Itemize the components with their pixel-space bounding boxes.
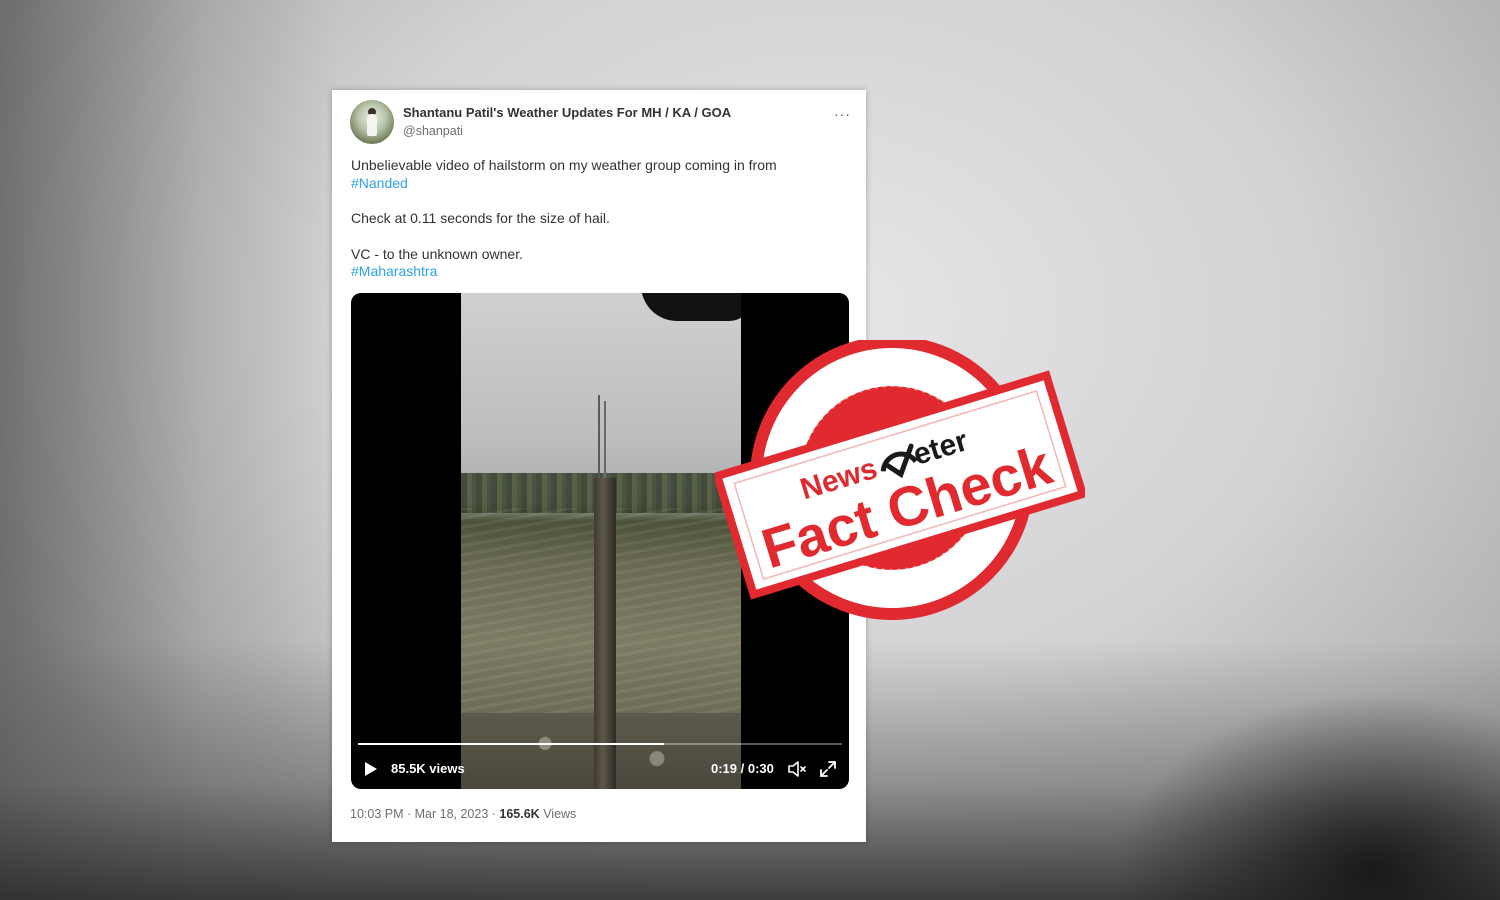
mute-icon[interactable] <box>787 760 807 778</box>
video-time: 0:19 / 0:30 <box>711 761 774 776</box>
fullscreen-icon[interactable] <box>819 760 837 778</box>
hashtag-link[interactable]: #Maharashtra <box>351 263 437 279</box>
background-shade-right <box>1080 600 1500 900</box>
display-name[interactable]: Shantanu Patil's Weather Updates For MH … <box>403 105 731 120</box>
tweet-text: Unbelievable video of hailstorm on my we… <box>351 157 851 281</box>
tweet-text-line: Unbelievable video of hailstorm on my we… <box>351 157 777 173</box>
play-icon[interactable] <box>365 762 377 776</box>
tweet-timestamp[interactable]: 10:03 PM · Mar 18, 2023 · <box>350 807 496 821</box>
fact-check-stamp: News eter Fact Check <box>715 340 1085 620</box>
tweet-text-line: VC - to the unknown owner. <box>351 245 523 262</box>
tweet-footer: 10:03 PM · Mar 18, 2023 · 165.6K Views <box>350 807 576 821</box>
user-handle[interactable]: @shanpati <box>403 124 463 138</box>
tweet-text-line: Check at 0.11 seconds for the size of ha… <box>351 210 610 226</box>
tweet-view-count: 165.6K <box>499 807 540 821</box>
video-progress-fill <box>358 743 665 745</box>
hashtag-link[interactable]: #Nanded <box>351 175 408 191</box>
video-frame <box>461 293 741 789</box>
video-views: 85.5K views <box>391 761 465 776</box>
tweet-views-label: Views <box>543 807 577 821</box>
video-progress-bar[interactable] <box>358 743 842 745</box>
more-options-icon[interactable]: ··· <box>834 106 851 122</box>
avatar[interactable] <box>350 100 394 144</box>
